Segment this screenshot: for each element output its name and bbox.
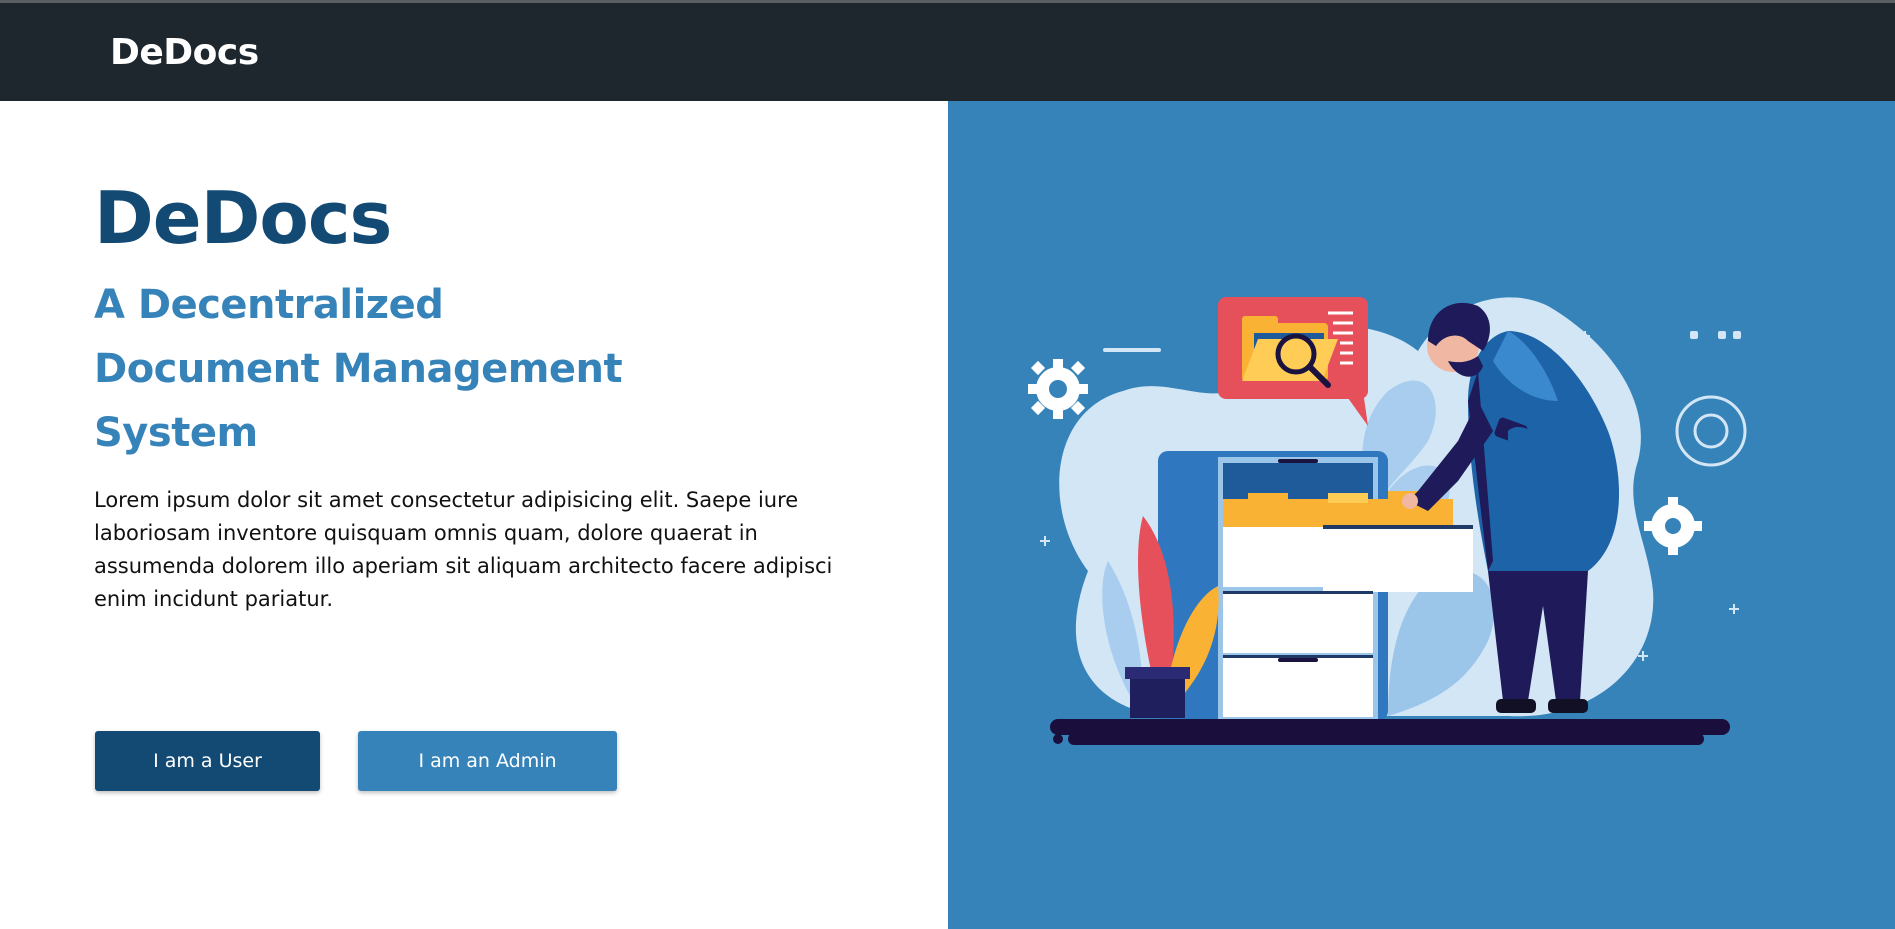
- illustration-panel: [948, 101, 1895, 929]
- document-search-illustration: [1028, 297, 1747, 745]
- hero-subtitle-line: System: [94, 410, 258, 456]
- hero-subtitle: A Decentralized Document Management Syst…: [94, 273, 694, 465]
- hero-section: DeDocs A Decentralized Document Manageme…: [0, 101, 948, 929]
- hero-subtitle-line: Document Management: [94, 346, 623, 392]
- hero-subtitle-line: A Decentralized: [94, 282, 444, 328]
- hero-description: Lorem ipsum dolor sit amet consectetur a…: [94, 488, 833, 611]
- admin-login-button[interactable]: I am an Admin: [358, 731, 617, 791]
- navbar-brand[interactable]: DeDocs: [110, 32, 259, 73]
- hero-title: DeDocs: [94, 176, 392, 260]
- navbar: DeDocs: [0, 3, 1895, 101]
- user-login-button[interactable]: I am a User: [95, 731, 320, 791]
